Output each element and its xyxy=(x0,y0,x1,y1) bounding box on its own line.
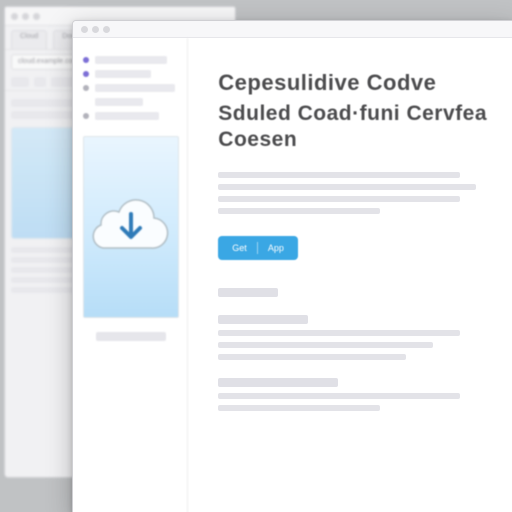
window-titlebar xyxy=(73,21,512,38)
hero-caption xyxy=(96,332,166,341)
cta-extra: App xyxy=(268,243,284,253)
cloud-download-icon xyxy=(86,188,176,258)
text-line xyxy=(218,172,460,178)
main-content: Cepesulidive Codve Sduled Coad·funi Cerv… xyxy=(188,38,512,512)
text-line xyxy=(218,342,433,348)
hero-image xyxy=(83,136,179,318)
text-line xyxy=(218,196,460,202)
sidebar-item[interactable] xyxy=(83,56,179,64)
bullet-icon xyxy=(83,71,89,77)
text-line xyxy=(218,354,406,360)
left-sidebar xyxy=(73,38,188,512)
sidebar-item[interactable] xyxy=(83,70,179,78)
bullet-icon xyxy=(83,57,89,63)
primary-cta-button[interactable]: Get App xyxy=(218,236,298,260)
traffic-light-close[interactable] xyxy=(11,13,18,20)
section-heading xyxy=(218,288,278,297)
section-heading xyxy=(218,315,308,324)
toolbar-button[interactable] xyxy=(11,77,29,87)
toolbar-button[interactable] xyxy=(34,77,46,87)
traffic-light-close[interactable] xyxy=(81,26,88,33)
sidebar-item-label xyxy=(95,56,167,64)
text-line xyxy=(218,405,379,411)
sidebar-item[interactable] xyxy=(83,84,179,92)
bullet-icon xyxy=(83,85,89,91)
section-heading xyxy=(218,378,338,387)
page-title-line3: Coesen xyxy=(218,128,487,152)
text-line xyxy=(218,393,460,399)
sidebar-item-label xyxy=(95,112,159,120)
intro-paragraph xyxy=(218,172,487,214)
text-line xyxy=(218,184,476,190)
document-window-front: Cepesulidive Codve Sduled Coad·funi Cerv… xyxy=(72,20,512,512)
page-title-line2: Sduled Coad·funi Cervfea xyxy=(218,102,487,126)
traffic-light-min[interactable] xyxy=(92,26,99,33)
sidebar-item-label xyxy=(95,98,143,106)
browser-tab[interactable]: Cloud xyxy=(11,30,47,49)
text-line xyxy=(218,330,460,336)
sidebar-subitem[interactable] xyxy=(83,98,179,106)
sidebar-item-label xyxy=(95,84,175,92)
sidebar-item-label xyxy=(95,70,151,78)
text-line xyxy=(218,208,379,214)
traffic-light-max[interactable] xyxy=(33,13,40,20)
bullet-icon xyxy=(83,113,89,119)
page-title-line1: Cepesulidive Codve xyxy=(218,70,487,96)
sidebar-item[interactable] xyxy=(83,112,179,120)
traffic-light-max[interactable] xyxy=(103,26,110,33)
traffic-light-min[interactable] xyxy=(22,13,29,20)
desktop: Cloud Downloads cloud.example.com/downlo… xyxy=(0,0,512,512)
divider xyxy=(257,242,258,254)
cta-label: Get xyxy=(232,243,247,253)
